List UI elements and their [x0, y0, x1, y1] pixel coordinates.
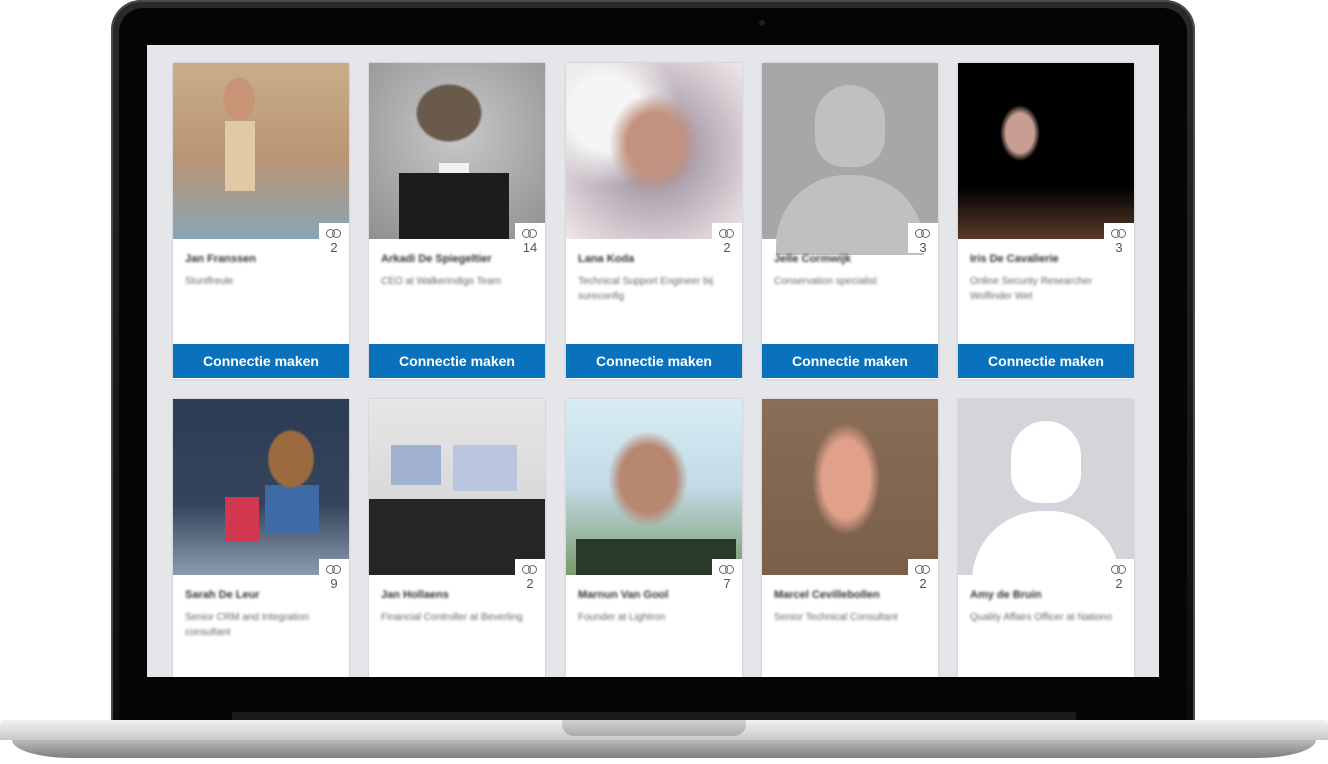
person-card[interactable]: 3 Jelle Cormwijk Conservation specialist…	[762, 63, 938, 379]
connections-icon	[522, 229, 538, 238]
person-name[interactable]: Amy de Bruin	[970, 589, 1122, 602]
person-name[interactable]: Jan Franssen	[185, 253, 337, 266]
connections-icon	[915, 565, 931, 574]
person-info: Marnun Van Gool Founder at Lightron	[578, 589, 730, 625]
laptop-screen: 2 Jan Franssen Stuntfreule Connectie mak…	[147, 45, 1159, 677]
connect-button[interactable]: Connectie maken	[173, 344, 349, 378]
person-headline: Stuntfreule	[185, 276, 234, 287]
profile-photo[interactable]	[369, 63, 545, 239]
connections-icon	[915, 229, 931, 238]
shared-connections: 2	[1104, 559, 1134, 591]
shared-connections: 9	[319, 559, 349, 591]
profile-photo[interactable]	[566, 399, 742, 575]
person-info: Jelle Cormwijk Conservation specialist	[774, 253, 926, 289]
person-headline: Technical Support Engineer bij sureconfi…	[578, 276, 714, 302]
person-headline: Founder at Lightron	[578, 612, 666, 623]
person-card[interactable]: 7 Marnun Van Gool Founder at Lightron	[566, 399, 742, 677]
shared-connections: 2	[319, 223, 349, 255]
connect-button[interactable]: Connectie maken	[762, 344, 938, 378]
person-headline: Senior Technical Consultant	[774, 612, 898, 623]
shared-connections: 14	[515, 223, 545, 255]
profile-photo[interactable]	[173, 399, 349, 575]
shared-connections: 2	[908, 559, 938, 591]
avatar-head-icon	[1011, 421, 1081, 503]
laptop-base	[0, 720, 1328, 764]
person-info: Jan Hollaens Financial Controller at Bev…	[381, 589, 533, 625]
person-name[interactable]: Marnun Van Gool	[578, 589, 730, 602]
connect-button[interactable]: Connectie maken	[369, 344, 545, 378]
person-headline: CEO at Walkerindigo Team	[381, 276, 502, 287]
person-info: Lana Koda Technical Support Engineer bij…	[578, 253, 730, 304]
person-name[interactable]: Arkadi De Spiegeltier	[381, 253, 533, 266]
default-avatar[interactable]	[958, 399, 1134, 591]
profile-photo[interactable]	[958, 63, 1134, 239]
person-card[interactable]: 2 Amy de Bruin Quality Affairs Officer a…	[958, 399, 1134, 677]
person-headline: Senior CRM and Integration consultant	[185, 612, 309, 638]
person-name[interactable]: Jan Hollaens	[381, 589, 533, 602]
connections-icon	[326, 565, 342, 574]
profile-photo[interactable]	[762, 399, 938, 575]
person-headline: Conservation specialist	[774, 276, 877, 287]
connect-button[interactable]: Connectie maken	[566, 344, 742, 378]
shared-connections: 2	[515, 559, 545, 591]
avatar-body-icon	[776, 175, 924, 255]
avatar-head-icon	[815, 85, 885, 167]
shared-connections: 3	[1104, 223, 1134, 255]
laptop-underside	[12, 740, 1316, 758]
connections-icon	[1111, 229, 1127, 238]
connections-icon	[719, 565, 735, 574]
person-name[interactable]: Sarah De Leur	[185, 589, 337, 602]
person-info: Marcel Cevillebollen Senior Technical Co…	[774, 589, 926, 625]
person-headline: Online Security Researcher Wolfinder Wet	[970, 276, 1093, 302]
person-name[interactable]: Jelle Cormwijk	[774, 253, 926, 266]
person-name[interactable]: Marcel Cevillebollen	[774, 589, 926, 602]
laptop-opening-notch	[562, 720, 746, 736]
default-avatar[interactable]	[762, 63, 938, 255]
connections-icon	[326, 229, 342, 238]
person-headline: Financial Controller at Beverling	[381, 612, 523, 623]
people-suggestions-grid: 2 Jan Franssen Stuntfreule Connectie mak…	[147, 45, 1159, 677]
profile-photo[interactable]	[369, 399, 545, 575]
person-card[interactable]: 2 Marcel Cevillebollen Senior Technical …	[762, 399, 938, 677]
connect-button[interactable]: Connectie maken	[958, 344, 1134, 378]
camera-icon	[759, 20, 765, 26]
person-info: Amy de Bruin Quality Affairs Officer at …	[970, 589, 1122, 625]
person-card[interactable]: 2 Lana Koda Technical Support Engineer b…	[566, 63, 742, 379]
person-card[interactable]: 9 Sarah De Leur Senior CRM and Integrati…	[173, 399, 349, 677]
shared-connections: 2	[712, 223, 742, 255]
shared-connections: 3	[908, 223, 938, 255]
person-info: Iris De Cavalierie Online Security Resea…	[970, 253, 1122, 304]
profile-photo[interactable]	[566, 63, 742, 239]
connections-icon	[719, 229, 735, 238]
person-name[interactable]: Iris De Cavalierie	[970, 253, 1122, 266]
person-name[interactable]: Lana Koda	[578, 253, 730, 266]
avatar-body-icon	[972, 511, 1120, 591]
person-info: Arkadi De Spiegeltier CEO at Walkerindig…	[381, 253, 533, 289]
person-info: Sarah De Leur Senior CRM and Integration…	[185, 589, 337, 640]
person-headline: Quality Affairs Officer at Nationo	[970, 612, 1112, 623]
person-card[interactable]: 2 Jan Franssen Stuntfreule Connectie mak…	[173, 63, 349, 379]
person-info: Jan Franssen Stuntfreule	[185, 253, 337, 289]
person-card[interactable]: 2 Jan Hollaens Financial Controller at B…	[369, 399, 545, 677]
connections-icon	[522, 565, 538, 574]
person-card[interactable]: 3 Iris De Cavalierie Online Security Res…	[958, 63, 1134, 379]
shared-connections: 7	[712, 559, 742, 591]
person-card[interactable]: 14 Arkadi De Spiegeltier CEO at Walkerin…	[369, 63, 545, 379]
connections-icon	[1111, 565, 1127, 574]
profile-photo[interactable]	[173, 63, 349, 239]
